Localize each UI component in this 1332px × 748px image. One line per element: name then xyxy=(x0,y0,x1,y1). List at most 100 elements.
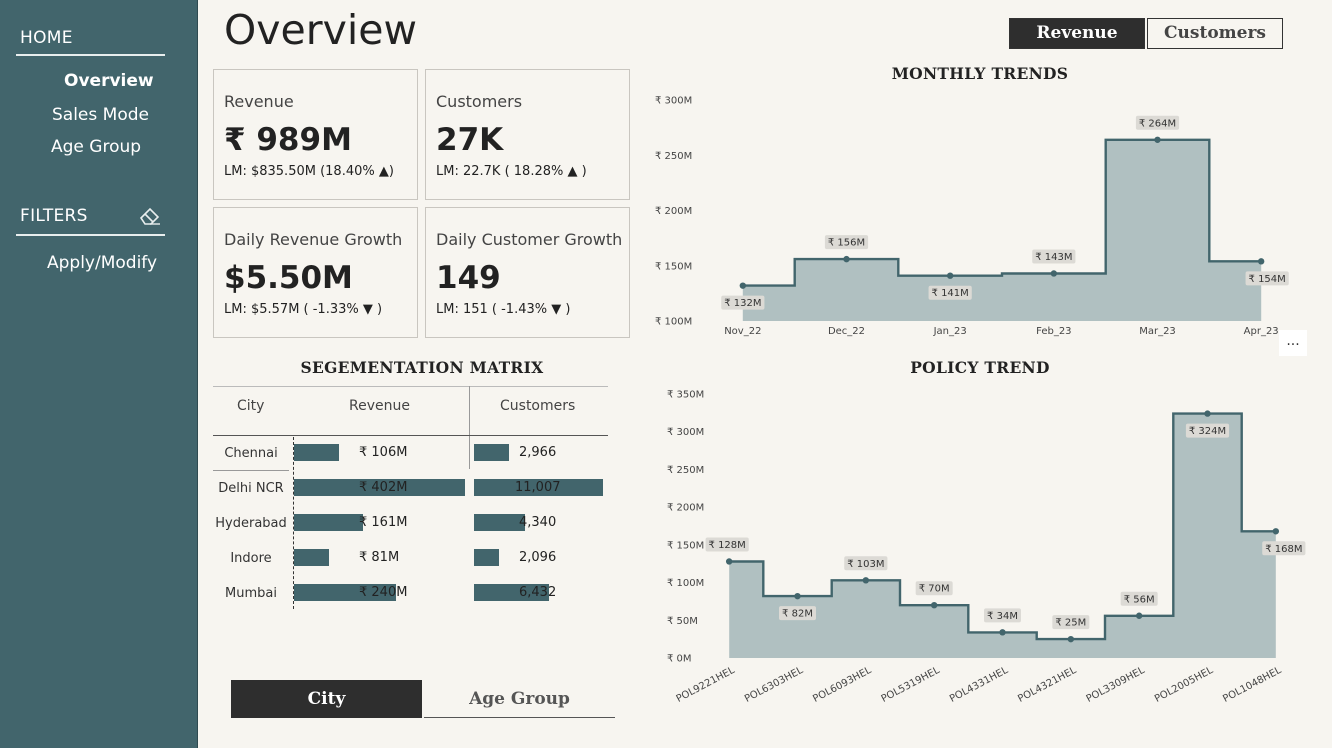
data-point xyxy=(1272,528,1280,535)
more-options-icon[interactable]: ... xyxy=(1279,330,1307,356)
matrix-city-label: Mumbai xyxy=(225,586,277,601)
matrix-header-customers[interactable]: Customers xyxy=(500,398,575,414)
revenue-bar xyxy=(294,514,363,531)
data-point xyxy=(794,592,801,600)
sidebar: HOME Overview Sales Mode Age Group FILTE… xyxy=(0,0,198,748)
revenue-toggle-button[interactable]: Revenue xyxy=(1009,18,1145,49)
x-tick-label: POL1048HEL xyxy=(1221,665,1283,705)
nav-age-group[interactable]: Age Group xyxy=(51,137,141,157)
y-tick-label: ₹ 300M xyxy=(655,96,692,107)
revenue-value: ₹ 81M xyxy=(359,550,400,565)
customers-value: 2,966 xyxy=(519,445,557,460)
data-point xyxy=(725,558,733,565)
data-point xyxy=(862,577,870,584)
x-tick-label: Dec_22 xyxy=(828,326,865,337)
kpi-label: Daily Revenue Growth xyxy=(224,230,403,249)
home-heading[interactable]: HOME xyxy=(20,28,73,48)
customers-bar xyxy=(474,549,499,566)
y-tick-label: ₹ 150M xyxy=(667,540,704,551)
data-label: ₹ 143M xyxy=(1035,252,1072,263)
matrix-city-label: Hyderabad xyxy=(215,516,287,531)
eraser-icon[interactable] xyxy=(138,204,162,226)
filters-divider xyxy=(16,234,165,236)
data-label: ₹ 128M xyxy=(709,540,746,551)
apply-modify-button[interactable]: Apply/Modify xyxy=(47,253,157,273)
x-tick-label: POL2005HEL xyxy=(1153,665,1215,705)
data-label: ₹ 70M xyxy=(919,584,950,595)
matrix-city-label: Indore xyxy=(230,551,272,566)
data-label: ₹ 264M xyxy=(1139,118,1176,129)
data-label: ₹ 324M xyxy=(1189,426,1226,437)
x-tick-label: POL4321HEL xyxy=(1016,665,1078,705)
data-label: ₹ 156M xyxy=(828,238,865,249)
y-tick-label: ₹ 150M xyxy=(655,261,692,272)
x-tick-label: POL6093HEL xyxy=(811,665,873,705)
x-tick-label: POL9221HEL xyxy=(675,665,737,705)
data-label: ₹ 103M xyxy=(847,559,884,570)
customers-value: 11,007 xyxy=(515,480,561,495)
customers-value: 6,432 xyxy=(519,585,557,600)
data-point xyxy=(999,629,1006,636)
tab-city[interactable]: City xyxy=(231,680,422,718)
kpi-last-month: LM: $5.57M ( -1.33% ▼ ) xyxy=(224,302,383,317)
kpi-label: Revenue xyxy=(224,92,294,111)
data-point xyxy=(843,255,850,263)
y-tick-label: ₹ 50M xyxy=(667,616,698,627)
x-tick-label: POL3309HEL xyxy=(1085,665,1147,705)
matrix-top-border xyxy=(213,386,608,387)
matrix-column-divider xyxy=(469,386,470,469)
x-tick-label: Nov_22 xyxy=(724,326,761,337)
monthly-trends-chart: ₹ 100M ₹ 150M ₹ 200M ₹ 250M ₹ 300M ₹ 132M ₹ 15… xyxy=(655,96,1289,337)
data-label: ₹ 25M xyxy=(1055,618,1086,629)
data-label: ₹ 141M xyxy=(932,288,969,299)
x-tick-label: Apr_23 xyxy=(1244,326,1279,337)
matrix-title: SEGEMENTATION MATRIX xyxy=(300,358,544,377)
y-tick-label: ₹ 300M xyxy=(667,427,704,438)
data-point xyxy=(1067,635,1075,643)
x-tick-label: POL5319HEL xyxy=(880,665,942,705)
kpi-label: Daily Customer Growth xyxy=(436,230,623,249)
matrix-header-border xyxy=(213,435,608,436)
revenue-bar xyxy=(294,444,340,461)
kpi-label: Customers xyxy=(436,92,523,111)
kpi-last-month: LM: $835.50M (18.40% ▲) xyxy=(224,164,394,179)
x-tick-label: Mar_23 xyxy=(1139,326,1176,337)
matrix-header-revenue[interactable]: Revenue xyxy=(349,398,410,414)
kpi-card-daily-customer-growth: Daily Customer Growth 149 LM: 151 ( -1.4… xyxy=(425,207,630,338)
y-tick-label: ₹ 200M xyxy=(655,206,692,217)
x-tick-label: Jan_23 xyxy=(933,326,967,337)
customers-bar xyxy=(474,444,509,461)
x-tick-label: POL6303HEL xyxy=(743,665,805,705)
kpi-card-customers: Customers 27K LM: 22.7K ( 18.28% ▲ ) xyxy=(425,69,630,200)
policy-trend-title: POLICY TREND xyxy=(910,358,1050,377)
y-tick-label: ₹ 100M xyxy=(655,317,692,328)
data-label: ₹ 34M xyxy=(987,611,1018,622)
y-tick-label: ₹ 100M xyxy=(667,578,704,589)
customers-toggle-button[interactable]: Customers xyxy=(1147,18,1283,49)
kpi-value: 149 xyxy=(436,260,501,296)
revenue-value: ₹ 106M xyxy=(359,445,408,460)
data-point xyxy=(739,282,747,289)
tab-age-group[interactable]: Age Group xyxy=(424,680,615,718)
revenue-value: ₹ 240M xyxy=(359,585,408,600)
kpi-card-daily-revenue-growth: Daily Revenue Growth $5.50M LM: $5.57M (… xyxy=(213,207,418,338)
data-point xyxy=(1204,410,1211,417)
y-tick-label: ₹ 0M xyxy=(667,654,692,665)
matrix-row-divider xyxy=(213,470,289,471)
data-label: ₹ 168M xyxy=(1265,544,1302,555)
data-label: ₹ 82M xyxy=(782,609,813,620)
data-label: ₹ 154M xyxy=(1249,274,1286,285)
kpi-last-month: LM: 151 ( -1.43% ▼ ) xyxy=(436,302,571,317)
monthly-trends-title: MONTHLY TRENDS xyxy=(891,64,1069,83)
matrix-header-city[interactable]: City xyxy=(237,398,264,414)
nav-overview[interactable]: Overview xyxy=(64,71,154,91)
data-point xyxy=(946,272,954,279)
nav-sales-mode[interactable]: Sales Mode xyxy=(52,105,149,125)
data-label: ₹ 132M xyxy=(724,298,761,309)
data-point xyxy=(930,602,938,609)
data-point xyxy=(1135,612,1143,619)
kpi-last-month: LM: 22.7K ( 18.28% ▲ ) xyxy=(436,164,587,179)
kpi-value: ₹ 989M xyxy=(224,122,352,158)
revenue-value: ₹ 161M xyxy=(359,515,408,530)
kpi-value: $5.50M xyxy=(224,260,353,296)
